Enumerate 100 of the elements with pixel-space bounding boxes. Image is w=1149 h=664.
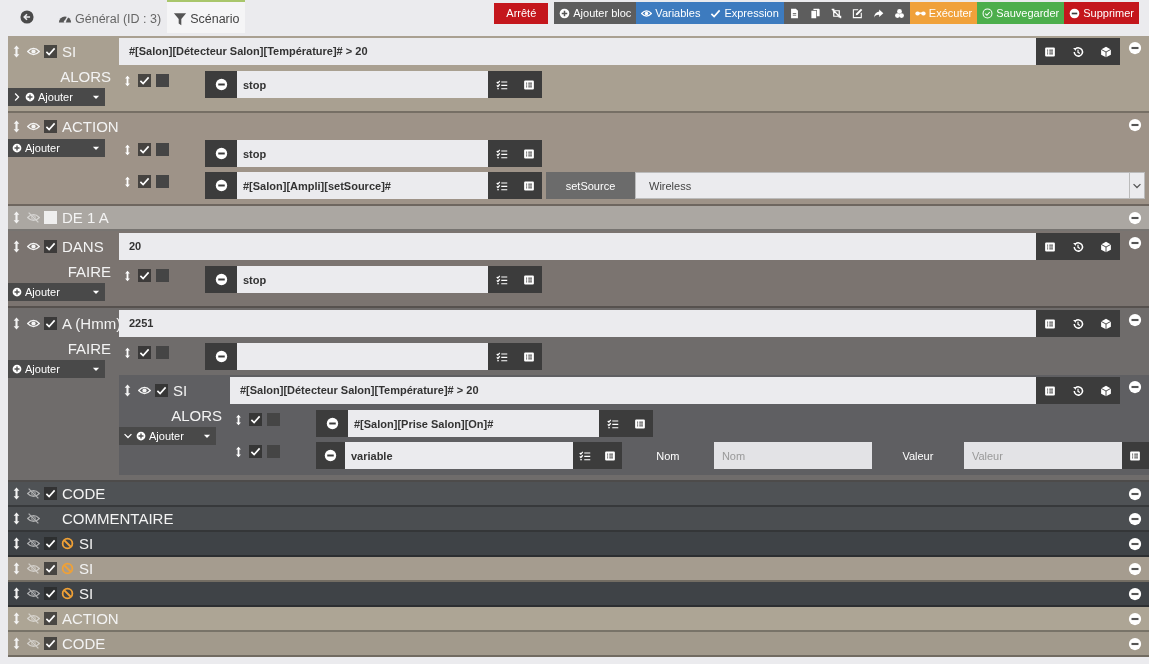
remove-block-button[interactable] xyxy=(1127,313,1142,327)
checkbox[interactable] xyxy=(44,317,57,330)
checkbox[interactable] xyxy=(249,445,262,458)
toolbar-icon-button[interactable] xyxy=(783,2,805,24)
share-icon xyxy=(872,7,884,19)
add-dropdown[interactable]: Ajouter xyxy=(119,427,216,445)
parameter-field[interactable]: Nom xyxy=(713,442,872,469)
command-list-button[interactable] xyxy=(626,410,653,437)
parallel-checkbox[interactable] xyxy=(156,269,169,282)
checkbox[interactable] xyxy=(44,587,57,600)
add-dropdown[interactable]: Ajouter xyxy=(8,283,105,301)
condition-field[interactable]: #[Salon][Détecteur Salon][Température]# > 20 xyxy=(230,377,1036,404)
toolbar-button[interactable]: Expression xyxy=(705,2,784,24)
tab[interactable]: Général (ID : 3) xyxy=(52,0,168,33)
add-dropdown[interactable]: Ajouter xyxy=(8,360,105,378)
remove-block-button[interactable] xyxy=(1127,486,1142,501)
list-icon xyxy=(1044,240,1056,253)
command-field[interactable]: #[Salon][Prise Salon][On]# xyxy=(348,410,599,437)
select-command-button[interactable] xyxy=(488,140,515,167)
remove-button[interactable] xyxy=(316,410,348,437)
branch-label: FAIRE xyxy=(67,263,112,281)
remove-block-button[interactable] xyxy=(1127,636,1142,651)
add-dropdown[interactable]: Ajouter xyxy=(8,88,105,106)
command-field[interactable]: stop xyxy=(237,71,488,98)
remove-button[interactable] xyxy=(205,266,237,293)
checkbox[interactable] xyxy=(44,45,57,58)
remove-button[interactable] xyxy=(205,140,237,167)
command-list-button[interactable] xyxy=(515,343,542,370)
command-field[interactable]: stop xyxy=(237,266,488,293)
command-field[interactable]: stop xyxy=(237,140,488,167)
checkbox[interactable] xyxy=(138,143,151,156)
checklist-icon xyxy=(495,179,508,192)
remove-block-button[interactable] xyxy=(1127,536,1142,551)
checkbox[interactable] xyxy=(44,562,57,575)
select-command-button[interactable] xyxy=(488,343,515,370)
checkbox[interactable] xyxy=(138,74,151,87)
remove-block-button[interactable] xyxy=(1127,561,1142,576)
condition-field[interactable]: 20 xyxy=(119,233,1036,260)
remove-block-button[interactable] xyxy=(1127,511,1142,526)
checkbox[interactable] xyxy=(44,537,57,550)
select-command-button[interactable] xyxy=(488,71,515,98)
select-command-button[interactable] xyxy=(488,172,515,199)
command-field[interactable]: variable xyxy=(344,442,574,469)
remove-block-button[interactable] xyxy=(1127,236,1142,250)
toolbar-icon-button[interactable] xyxy=(888,2,910,24)
remove-button[interactable] xyxy=(205,172,237,199)
checkbox[interactable] xyxy=(44,637,57,650)
checkbox[interactable] xyxy=(138,269,151,282)
variable-list-button[interactable] xyxy=(1121,442,1149,469)
command-field[interactable] xyxy=(237,343,488,370)
condition-field[interactable]: #[Salon][Détecteur Salon][Température]# > 20 xyxy=(119,38,1036,65)
parallel-checkbox[interactable] xyxy=(156,143,169,156)
command-list-button[interactable] xyxy=(515,71,542,98)
toolbar-button[interactable]: Supprimer xyxy=(1064,2,1139,24)
remove-button[interactable] xyxy=(205,71,237,98)
command-field[interactable]: #[Salon][Ampli][setSource]# xyxy=(237,172,488,199)
select-command-button[interactable] xyxy=(599,410,626,437)
checkbox[interactable] xyxy=(44,211,57,224)
toolbar-button[interactable]: Variables xyxy=(636,2,706,24)
toolbar-button[interactable]: Ajouter bloc xyxy=(554,2,637,24)
remove-button[interactable] xyxy=(316,442,345,469)
parallel-checkbox[interactable] xyxy=(156,74,169,87)
list-icon xyxy=(522,147,535,160)
parallel-checkbox[interactable] xyxy=(267,445,280,458)
parallel-checkbox[interactable] xyxy=(156,346,169,359)
remove-icon xyxy=(1127,486,1142,501)
cube-icon xyxy=(1100,384,1112,397)
select-command-button[interactable] xyxy=(573,442,598,469)
checkbox[interactable] xyxy=(44,240,57,253)
remove-block-button[interactable] xyxy=(1127,380,1142,394)
option-select[interactable]: Wireless xyxy=(635,172,1145,199)
remove-button[interactable] xyxy=(205,343,237,370)
checkbox[interactable] xyxy=(44,487,57,500)
remove-block-button[interactable] xyxy=(1127,210,1142,225)
remove-icon xyxy=(1127,210,1142,225)
tab[interactable]: Scénario xyxy=(167,0,246,33)
checkbox[interactable] xyxy=(138,175,151,188)
parameter-field[interactable]: Valeur xyxy=(963,442,1122,469)
plus-icon xyxy=(12,287,22,297)
checkbox[interactable] xyxy=(155,384,168,397)
add-dropdown[interactable]: Ajouter xyxy=(8,139,105,157)
checkbox[interactable] xyxy=(44,119,57,133)
command-list-button[interactable] xyxy=(515,172,542,199)
list-icon xyxy=(522,179,535,192)
command-list-button[interactable] xyxy=(515,266,542,293)
select-command-button[interactable] xyxy=(488,266,515,293)
command-list-button[interactable] xyxy=(597,442,622,469)
remove-block-button[interactable] xyxy=(1127,41,1142,55)
checkbox[interactable] xyxy=(138,346,151,359)
checkbox[interactable] xyxy=(249,413,262,426)
parallel-checkbox[interactable] xyxy=(156,175,169,188)
checkbox[interactable] xyxy=(44,612,57,625)
remove-block-button[interactable] xyxy=(1127,611,1142,626)
remove-block-button[interactable] xyxy=(1127,586,1142,601)
condition-field[interactable]: 2251 xyxy=(119,310,1036,337)
remove-block-button[interactable] xyxy=(1127,118,1142,132)
parallel-checkbox[interactable] xyxy=(267,413,280,426)
command-list-button[interactable] xyxy=(515,140,542,167)
drag-handle-icon xyxy=(233,445,244,459)
status-badge: Arrêté xyxy=(494,3,549,24)
